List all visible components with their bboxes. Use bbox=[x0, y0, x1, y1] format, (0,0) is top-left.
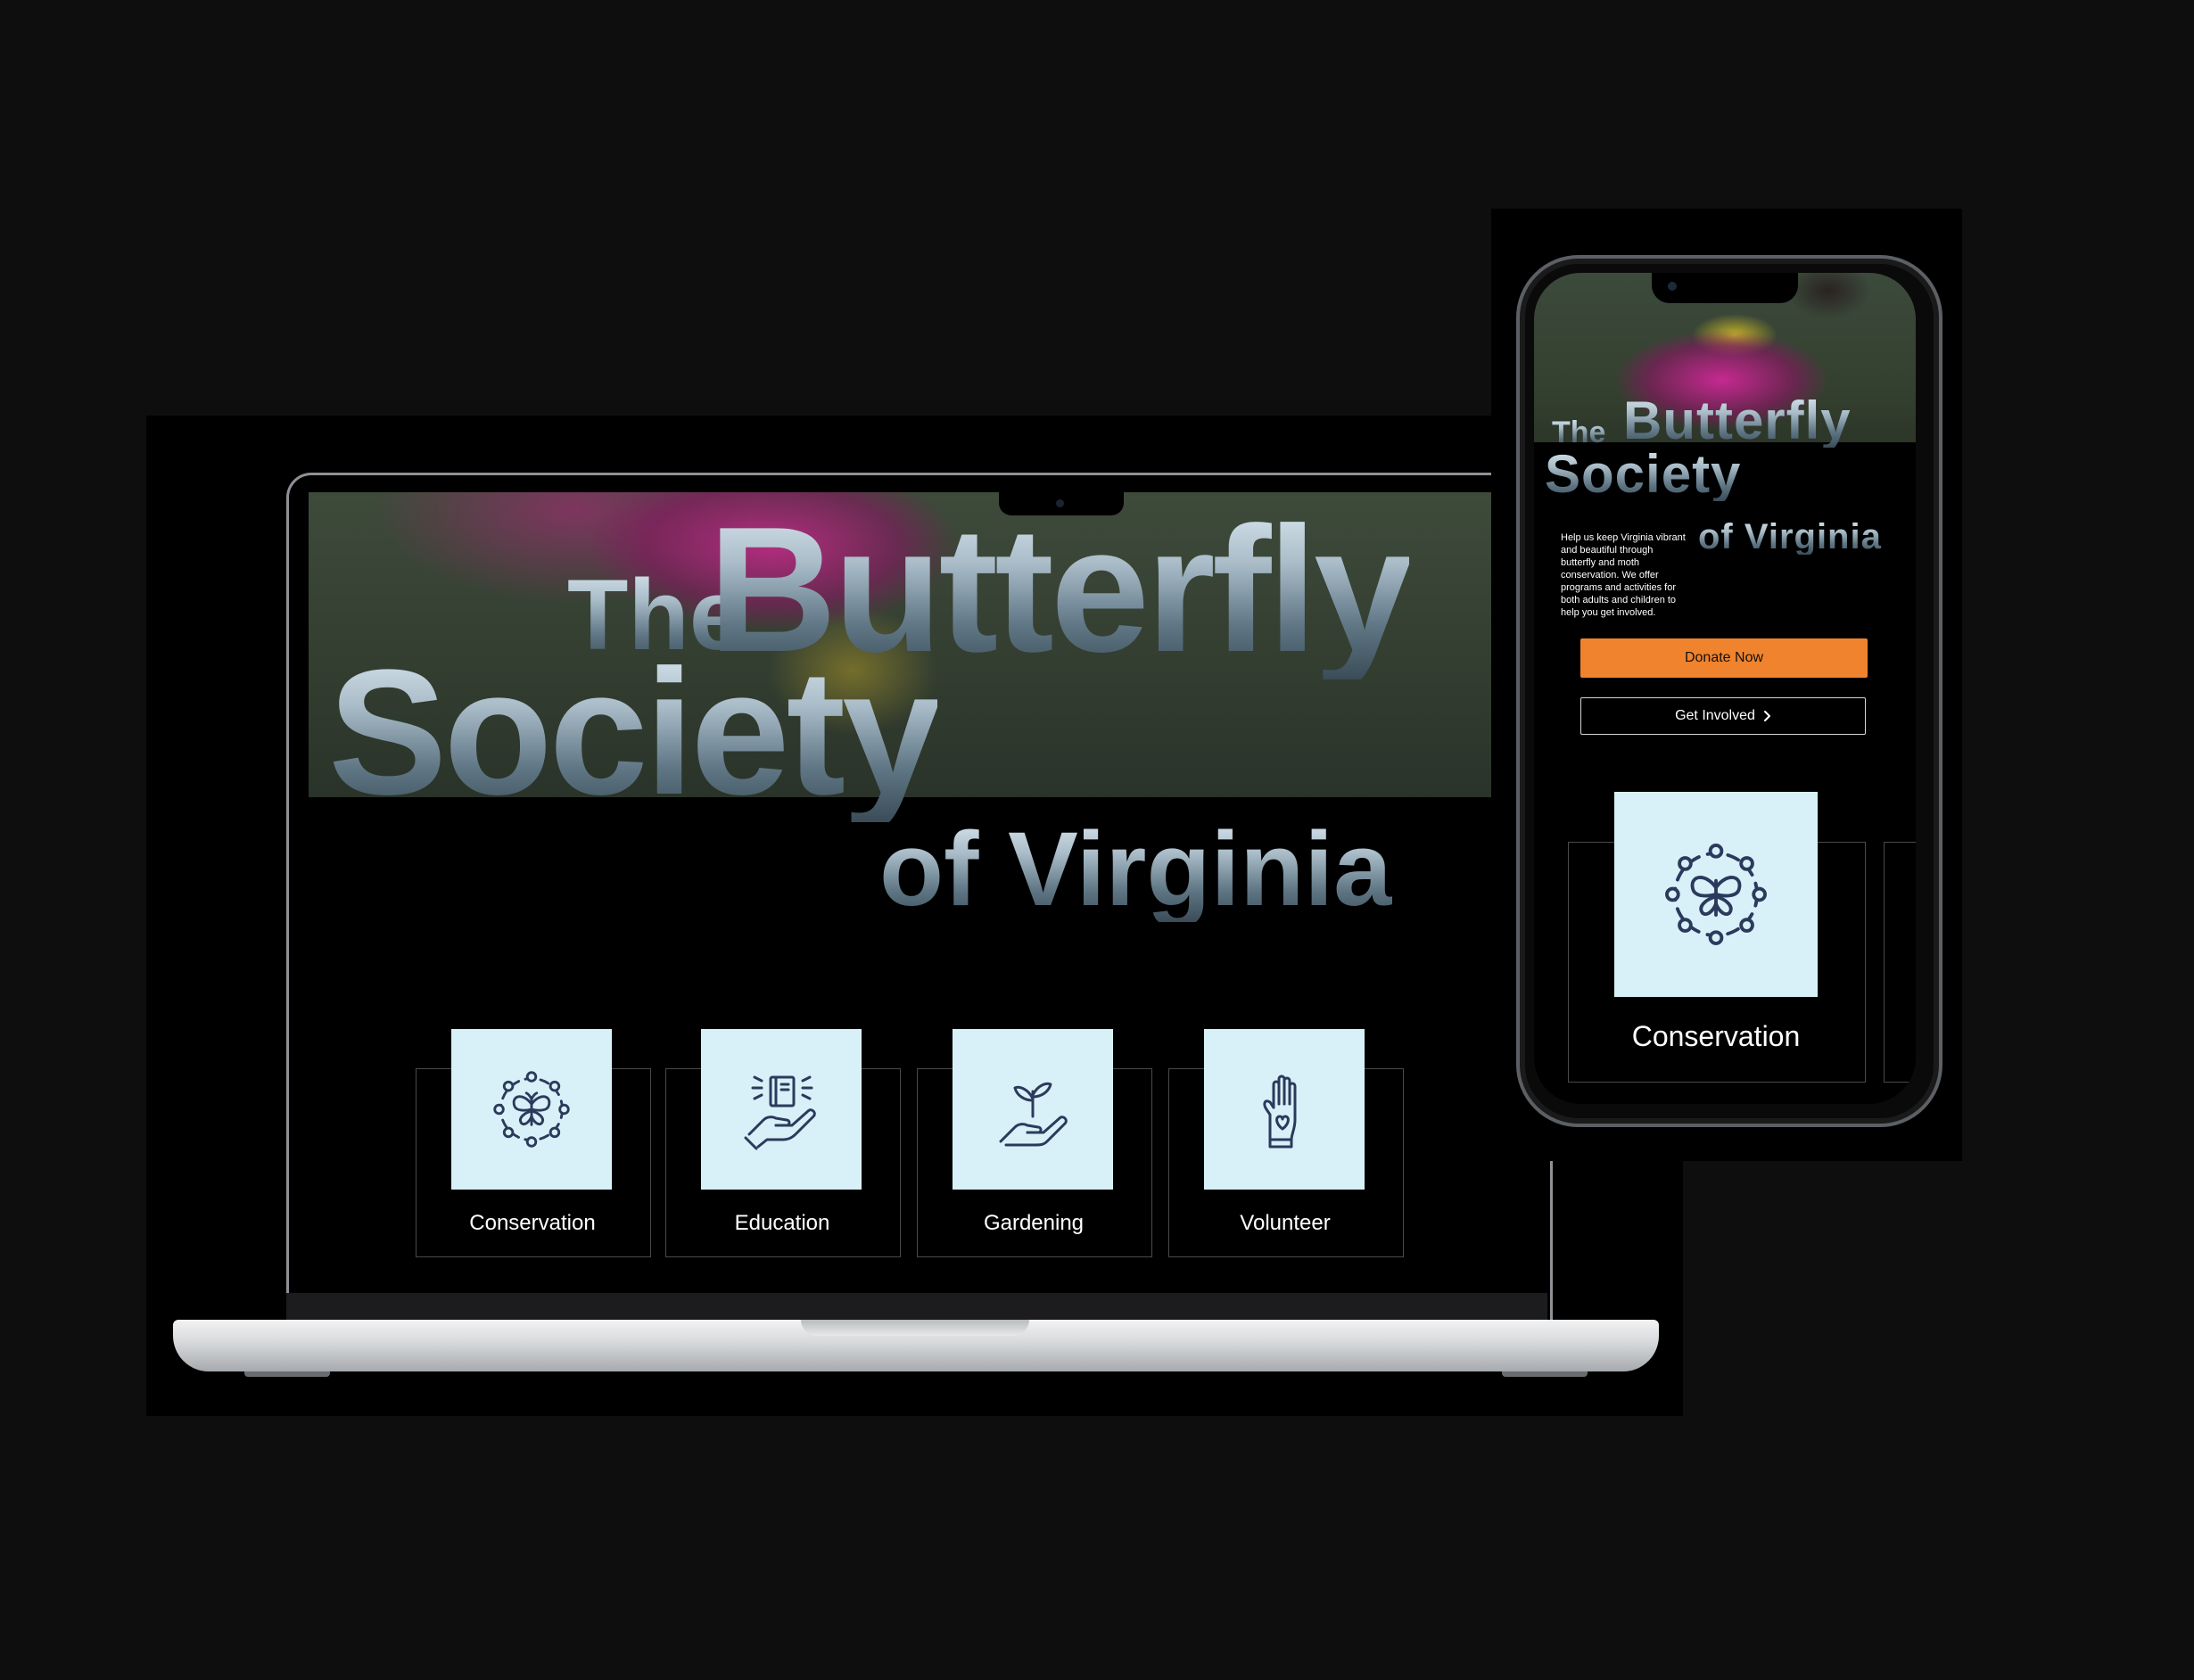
title-society: Society bbox=[328, 633, 941, 832]
phone-screen: The Butterfly Society of Virginia Help u… bbox=[1534, 273, 1916, 1104]
card-volunteer-tile[interactable] bbox=[1204, 1029, 1365, 1190]
title-the: The bbox=[1552, 416, 1606, 449]
get-involved-label: Get Involved bbox=[1675, 708, 1755, 723]
title-society: Society bbox=[1545, 444, 1742, 504]
card-education-tile[interactable] bbox=[701, 1029, 862, 1190]
camera-icon bbox=[1668, 282, 1677, 291]
laptop-foot-left bbox=[244, 1371, 330, 1377]
phone-notch bbox=[1652, 273, 1798, 303]
card-label-gardening: Gardening bbox=[983, 1211, 1085, 1235]
title-butterfly: Butterfly bbox=[1623, 391, 1852, 450]
donate-now-button[interactable]: Donate Now bbox=[1580, 638, 1868, 678]
get-involved-button[interactable]: Get Involved bbox=[1580, 697, 1866, 735]
card-gardening-tile[interactable] bbox=[953, 1029, 1113, 1190]
laptop-hinge bbox=[801, 1320, 1029, 1336]
laptop-mockup: The Butterfly Society of Virginia Conser… bbox=[146, 416, 1683, 1416]
book-in-hand-icon bbox=[744, 1075, 816, 1150]
card-label-conservation: Conservation bbox=[469, 1211, 596, 1235]
card-conservation-tile[interactable] bbox=[1614, 792, 1818, 997]
card-label-conservation: Conservation bbox=[1631, 1020, 1801, 1052]
title-of-virginia: of Virginia bbox=[1698, 517, 1882, 556]
mission-description: Help us keep Virginia vibrant and beauti… bbox=[1561, 532, 1686, 618]
card-conservation-tile[interactable] bbox=[451, 1029, 612, 1190]
phone-mockup: The Butterfly Society of Virginia Help u… bbox=[1491, 209, 1962, 1161]
butterfly-wreath-icon bbox=[1665, 844, 1767, 945]
hand-heart-icon bbox=[1263, 1075, 1297, 1149]
sprout-in-hand-icon bbox=[999, 1082, 1068, 1147]
card-label-volunteer: Volunteer bbox=[1240, 1211, 1331, 1235]
laptop-chin bbox=[286, 1293, 1547, 1320]
butterfly-wreath-icon bbox=[493, 1071, 570, 1148]
laptop-foot-right bbox=[1502, 1371, 1588, 1377]
card-label-education: Education bbox=[734, 1211, 830, 1235]
card-next-peek[interactable] bbox=[1884, 842, 1916, 1083]
chevron-right-icon bbox=[1763, 711, 1770, 721]
laptop-screen: The Butterfly Society of Virginia Conser… bbox=[309, 492, 1527, 1295]
title-of-virginia: of Virginia bbox=[879, 811, 1392, 928]
